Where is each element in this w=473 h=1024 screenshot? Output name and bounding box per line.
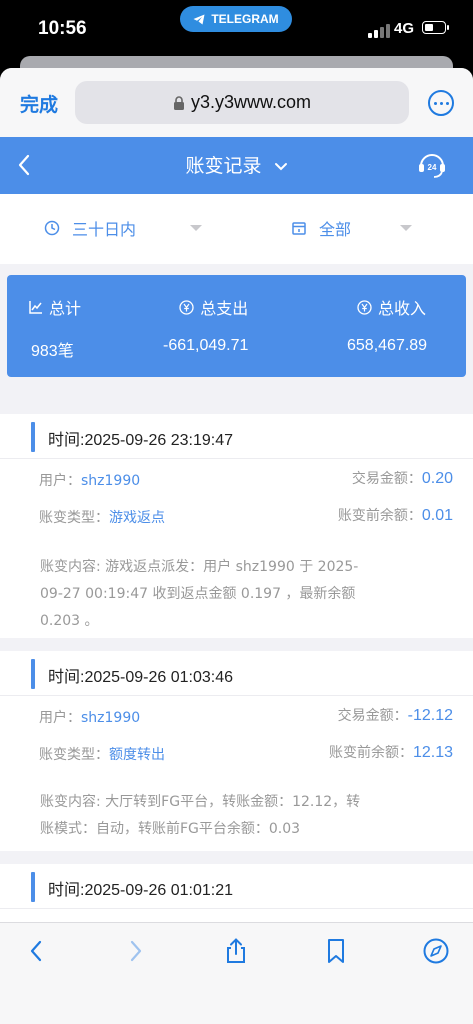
url-text: y3.y3www.com <box>190 92 312 112</box>
share-icon[interactable] <box>222 937 250 965</box>
expense-value: -661,049.71 <box>163 337 249 354</box>
record-time: 时间:2025-09-26 23:19:47 <box>48 432 234 449</box>
record-type: 账变类型：游戏返点 <box>39 510 165 526</box>
more-icon[interactable] <box>428 90 454 116</box>
record-time: 时间:2025-09-26 01:03:46 <box>48 669 234 686</box>
title-dropdown[interactable]: 账变记录 <box>0 151 473 178</box>
record-content: 账变内容: 游戏返点派发：用户 shz1990 于 2025- 09-27 00… <box>40 559 359 629</box>
battery-icon <box>422 21 449 34</box>
record-time: 时间:2025-09-26 01:01:21 <box>48 882 234 899</box>
record-header: 时间:2025-09-26 01:03:46 <box>0 651 473 696</box>
browser-bar: 完成 y3.y3www.com <box>0 68 473 137</box>
page-title: 账变记录 <box>185 155 262 177</box>
total-value: 983笔 <box>31 343 74 360</box>
summary-expense: 总支出 -661,049.71 <box>163 295 248 355</box>
total-label: 总计 <box>49 299 82 318</box>
address-bar[interactable]: y3.y3www.com <box>75 81 409 124</box>
telegram-icon <box>193 14 205 24</box>
bookmarks-icon[interactable] <box>322 937 350 965</box>
caret-down-icon <box>400 225 412 231</box>
type-label: 全部 <box>319 220 352 239</box>
record-user: 用户：shz1990 <box>39 710 141 726</box>
app-header: 账变记录 24 <box>0 137 473 194</box>
svg-text:24: 24 <box>428 163 437 172</box>
network-type: 4G <box>394 20 415 37</box>
clock-icon <box>44 220 60 236</box>
record-header: 时间:2025-09-26 23:19:47 <box>0 414 473 459</box>
record-card[interactable]: 时间:2025-09-26 01:03:46 用户：shz1990 交易金额：-… <box>0 651 473 851</box>
record-amount: 交易金额：0.20 <box>351 470 453 487</box>
yen-icon <box>357 299 372 315</box>
telegram-label: TELEGRAM <box>211 12 279 26</box>
support-24-icon[interactable]: 24 <box>416 149 448 181</box>
yen-icon <box>179 299 194 315</box>
record-user: 用户：shz1990 <box>39 473 141 489</box>
income-label: 总收入 <box>378 299 427 318</box>
status-time: 10:56 <box>38 18 87 39</box>
record-header: 时间:2025-09-26 01:01:21 <box>0 864 473 909</box>
record-content: 账变内容: 大厅转到FG平台，转账金额：12.12，转 账模式：自动，转账前FG… <box>40 794 361 837</box>
summary-card: 总计 983笔 总支出 -661,049.71 总收入 658,467.89 <box>7 275 466 377</box>
filter-bar: 三十日内 全部 <box>0 194 473 264</box>
browser-sheet: 完成 y3.y3www.com 账变记录 24 三十日内 全部 总计 983笔 … <box>0 68 473 1024</box>
expense-label: 总支出 <box>200 299 249 318</box>
caret-down-icon <box>190 225 202 231</box>
chevron-down-icon <box>274 162 287 170</box>
telegram-pill[interactable]: TELEGRAM <box>180 6 292 32</box>
browser-toolbar <box>0 922 473 1024</box>
date-range-filter[interactable]: 三十日内 <box>44 216 136 240</box>
lock-icon <box>173 95 184 110</box>
record-card[interactable]: 时间:2025-09-26 23:19:47 用户：shz1990 交易金额：0… <box>0 414 473 638</box>
type-filter[interactable]: 全部 <box>291 216 351 240</box>
done-button[interactable]: 完成 <box>20 90 58 117</box>
compass-icon[interactable] <box>422 937 450 965</box>
record-balance-before: 账变前余额：12.13 <box>328 744 453 761</box>
record-amount: 交易金额：-12.12 <box>337 707 453 724</box>
status-bar: 10:56 TELEGRAM 4G <box>0 0 473 62</box>
record-type: 账变类型：额度转出 <box>39 747 165 763</box>
signal-icon <box>368 24 390 38</box>
summary-total: 总计 983笔 <box>29 295 81 361</box>
back-icon[interactable] <box>23 937 51 965</box>
chart-icon <box>29 301 42 314</box>
summary-income: 总收入 658,467.89 <box>347 295 427 355</box>
date-range-label: 三十日内 <box>72 220 137 239</box>
calendar-icon <box>292 222 306 235</box>
record-balance-before: 账变前余额：0.01 <box>337 507 453 524</box>
forward-icon[interactable] <box>121 937 149 965</box>
income-value: 658,467.89 <box>347 337 428 354</box>
